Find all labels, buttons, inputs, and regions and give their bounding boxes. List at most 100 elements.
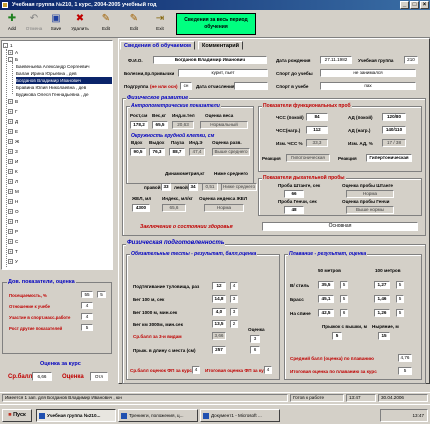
tree-node-letter[interactable]: + У: [8, 258, 18, 265]
prep-grade-field[interactable]: 3: [250, 335, 260, 343]
weight-field[interactable]: 65,5: [152, 121, 168, 129]
tree-node-letter[interactable]: + В: [8, 98, 18, 105]
tree-person-selected[interactable]: Богданов Владимир Иванович: [16, 77, 112, 84]
run3000-field[interactable]: 13,5: [212, 320, 226, 328]
tree-person[interactable]: Балан Ирина Юрьевна , дев: [16, 70, 112, 77]
bp-rest-field[interactable]: 120/80: [382, 113, 406, 121]
maximize-button[interactable]: □: [410, 1, 419, 9]
tab-comment[interactable]: Комментарий: [198, 41, 244, 50]
exit-button[interactable]: ⇥ Exit: [150, 13, 170, 35]
start-button[interactable]: ■ Пуск: [2, 409, 32, 422]
right-hand-field[interactable]: 33: [161, 183, 171, 191]
delete-button[interactable]: ✖ Удалить: [70, 13, 90, 35]
dob-field[interactable]: 27.11.1982: [320, 56, 352, 64]
minimize-button[interactable]: _: [400, 1, 409, 9]
swim-100-grade-field[interactable]: 5: [396, 309, 404, 317]
taskbar-item-app[interactable]: Учебная группа №210...: [36, 409, 116, 422]
tree-node-letter[interactable]: + С: [8, 238, 18, 245]
taskbar-item-doc1[interactable]: Тренинги, положения, ц...: [118, 409, 198, 422]
pause-field[interactable]: 88,7: [169, 148, 185, 156]
long-jump-ball-field[interactable]: 6: [250, 346, 260, 354]
swim-100-time-field[interactable]: 1,27: [374, 281, 390, 289]
swim-100-time-field[interactable]: 1,46: [374, 295, 390, 303]
tree-node-letter[interactable]: + Т: [8, 248, 18, 255]
tree-node-letter[interactable]: + Н: [8, 198, 18, 205]
tree-node-root[interactable]: -1: [3, 42, 13, 49]
tree-node-letter[interactable]: + З: [8, 148, 18, 155]
undo-button[interactable]: ↶ Отмена: [24, 13, 44, 35]
tree-node-letter[interactable]: + Л: [8, 178, 18, 185]
fio-field[interactable]: Богданов Владимир Иванович: [153, 56, 267, 64]
fp-avg-field[interactable]: 4: [192, 366, 200, 374]
exhale-field[interactable]: 76,3: [149, 148, 165, 156]
swim-100-grade-field[interactable]: 5: [396, 295, 404, 303]
illness-field[interactable]: курит, пьет: [178, 69, 268, 77]
attendance-grade-field[interactable]: 5: [97, 291, 106, 298]
tree-node-letter[interactable]: + О: [8, 208, 19, 215]
swim-50-time-field[interactable]: 42,5: [318, 309, 334, 317]
run1000-ball-field[interactable]: 3: [230, 308, 238, 316]
run1000-field[interactable]: 4,0: [212, 308, 226, 316]
tree-person[interactable]: Будикова Олеся Геннадьевна , де: [16, 91, 112, 98]
close-button[interactable]: ×: [420, 1, 429, 9]
swim-50-time-field[interactable]: 35,5: [318, 281, 334, 289]
subgroup-field[interactable]: сн: [180, 82, 192, 90]
swim-final-field[interactable]: 5: [398, 367, 412, 375]
bp-load-field[interactable]: 140/110: [382, 126, 406, 134]
run100-ball-field[interactable]: 3: [230, 295, 238, 303]
tree-node-letter[interactable]: + К: [8, 168, 18, 175]
student-tree[interactable]: -1 + А -Б Баевеньева Александр Сергеевич …: [1, 40, 113, 270]
tree-node-letter[interactable]: + Ж: [8, 138, 19, 145]
save-button[interactable]: ▣ Save: [46, 13, 66, 35]
tree-node-letter[interactable]: + Д: [8, 118, 18, 125]
long-jump-field[interactable]: 257: [212, 346, 226, 354]
attitude-field[interactable]: 4: [81, 302, 93, 309]
tree-node-letter[interactable]: + Е: [8, 128, 18, 135]
swim-50-grade-field[interactable]: 5: [340, 281, 348, 289]
grade-field[interactable]: Отл: [90, 372, 108, 381]
hr-rest-field[interactable]: 84: [306, 113, 328, 121]
tree-person[interactable]: Баевеньева Александр Сергеевич: [16, 63, 112, 70]
swim-100-time-field[interactable]: 1,26: [374, 309, 390, 317]
inhale-field[interactable]: 90,5: [130, 148, 146, 156]
edit-button-1[interactable]: ✎ Edit: [96, 13, 116, 35]
swim-50-time-field[interactable]: 45,1: [318, 295, 334, 303]
height-field[interactable]: 178,2: [130, 121, 148, 129]
group-field[interactable]: 210: [404, 56, 418, 64]
tree-node-letter[interactable]: + П: [8, 218, 18, 225]
run3000-ball-field[interactable]: 2: [230, 320, 238, 328]
swim-50-grade-field[interactable]: 6: [340, 309, 348, 317]
expulsion-date-field[interactable]: [234, 82, 268, 90]
genchi-field[interactable]: 48: [284, 206, 304, 214]
taskbar-item-doc2[interactable]: Документ1 - Microsoft ...: [200, 409, 280, 422]
swim-avg-field[interactable]: 4,76: [398, 354, 412, 362]
attendance-field[interactable]: 55: [81, 291, 93, 298]
tree-person[interactable]: Бравина Юлия Николаевна , дев: [16, 84, 112, 91]
swim-50-grade-field[interactable]: 5: [340, 295, 348, 303]
tree-node-letter[interactable]: + И: [8, 158, 18, 165]
pullups-field[interactable]: 12: [212, 282, 226, 290]
tree-node-b[interactable]: -Б: [8, 56, 18, 63]
avg-score-field[interactable]: 6,66: [32, 372, 52, 381]
health-conclusion-field[interactable]: Основная: [262, 222, 418, 231]
tree-node-letter[interactable]: + Р: [8, 228, 18, 235]
sport-mass-field[interactable]: 4: [81, 313, 93, 320]
pullups-ball-field[interactable]: 4: [230, 282, 238, 290]
tree-node-letter[interactable]: + Г: [8, 108, 18, 115]
sport-during-field[interactable]: пах: [320, 82, 416, 90]
left-hand-field[interactable]: 34: [188, 183, 198, 191]
shtange-field[interactable]: 66: [284, 190, 304, 198]
dive-field[interactable]: 15: [378, 332, 390, 340]
tab-student-info[interactable]: Сведения об обучаемом: [120, 41, 195, 50]
hr-load-field[interactable]: 112: [306, 126, 328, 134]
tower-jump-field[interactable]: 5: [332, 332, 342, 340]
swim-100-grade-field[interactable]: 5: [396, 281, 404, 289]
tree-node-a[interactable]: + А: [8, 49, 18, 56]
tree-node-letter[interactable]: + М: [8, 188, 19, 195]
edit-button-2[interactable]: ✎ Edit: [124, 13, 144, 35]
vital-capacity-field[interactable]: 4300: [132, 204, 150, 212]
add-button[interactable]: ✚ Add: [2, 13, 22, 35]
sport-before-field[interactable]: не занимался: [320, 69, 416, 77]
growth-field[interactable]: 5: [81, 324, 93, 331]
run100-field[interactable]: 14,8: [212, 295, 226, 303]
